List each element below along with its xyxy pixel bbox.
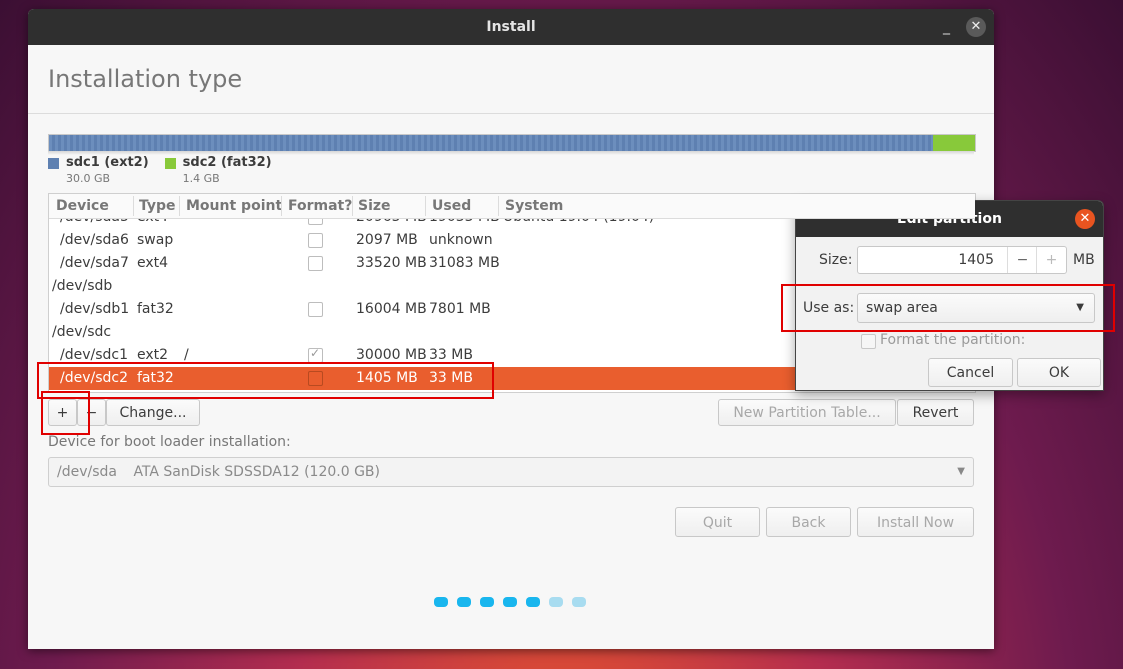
col-format[interactable]: Format? [288,198,352,214]
add-partition-button[interactable]: + [48,399,77,426]
cell-device: /dev/sdb [52,278,113,294]
bootloader-device: /dev/sda [57,464,117,480]
size-unit: MB [1073,252,1095,268]
cell-mount-point: / [184,347,189,363]
cell-type: fat32 [137,301,174,317]
col-size[interactable]: Size [358,198,391,214]
use-as-value: swap area [866,300,938,316]
format-label: Format the partition: [880,332,1026,348]
cell-type: ext2 [137,347,169,363]
cell-size: 2097 MB [356,232,418,248]
divider [28,113,994,114]
col-device[interactable]: Device [56,198,109,214]
disk-legend: sdc1 (ext2) 30.0 GB sdc2 (fat32) 1.4 GB [48,155,272,185]
page-title: Installation type [48,65,243,93]
progress-dot [526,597,540,607]
revert-button[interactable]: Revert [897,399,974,426]
cell-size: 16004 MB [356,301,427,317]
legend-size: 1.4 GB [182,172,220,185]
remove-partition-button[interactable]: − [77,399,106,426]
cell-used: 33 MB [429,347,473,363]
progress-dot [572,597,586,607]
progress-dot [503,597,517,607]
cell-device: /dev/sdb1 [60,301,130,317]
disk-usage-bar [48,134,976,152]
back-button[interactable]: Back [766,507,851,537]
use-as-label: Use as: [803,300,855,316]
disk-segment-sdc2 [933,135,975,151]
cell-device: /dev/sda6 [60,232,129,248]
format-checkbox[interactable] [308,233,323,248]
progress-dot [480,597,494,607]
new-partition-table-button[interactable]: New Partition Table... [718,399,896,426]
title-bar: Install _ ✕ [28,9,994,45]
legend-size: 30.0 GB [66,172,111,185]
size-label: Size: [819,252,853,268]
increment-button[interactable]: + [1036,247,1066,273]
chevron-down-icon: ▼ [1076,302,1084,313]
format-checkbox[interactable] [308,371,323,386]
cell-device: /dev/sdc [52,324,112,340]
chevron-down-icon: ▼ [957,466,965,477]
size-spinbox[interactable]: 1405 − + [857,246,1067,274]
close-icon[interactable]: ✕ [966,17,986,37]
bootloader-description: ATA SanDisk SDSSDA12 (120.0 GB) [133,464,381,480]
bootloader-device-select[interactable]: /dev/sda ATA SanDisk SDSSDA12 (120.0 GB)… [48,457,974,487]
progress-dot [457,597,471,607]
quit-button[interactable]: Quit [675,507,760,537]
edit-partition-dialog: Edit partition ✕ Size: 1405 − + MB Use a… [795,200,1104,391]
progress-dot [434,597,448,607]
legend-item-sdc1: sdc1 (ext2) 30.0 GB [48,155,149,185]
col-mount-point[interactable]: Mount point [186,198,282,214]
cell-device: /dev/sdc1 [60,347,129,363]
change-partition-button[interactable]: Change... [106,399,200,426]
cell-type: fat32 [137,370,174,386]
progress-dot [549,597,563,607]
legend-item-sdc2: sdc2 (fat32) 1.4 GB [164,155,272,185]
cell-device: /dev/sdc2 [60,370,129,386]
col-used[interactable]: Used [432,198,471,214]
minimize-icon[interactable]: _ [943,9,950,45]
cell-type: swap [137,232,174,248]
col-type[interactable]: Type [139,198,176,214]
col-system[interactable]: System [505,198,563,214]
install-now-button[interactable]: Install Now [857,507,974,537]
cell-size: 30000 MB [356,347,427,363]
legend-name: sdc1 (ext2) [66,155,149,170]
table-header: Device Type Mount point Format? Size Use… [49,194,975,219]
cell-used: 7801 MB [429,301,491,317]
cell-size: 1405 MB [356,370,418,386]
cell-device: /dev/sda7 [60,255,129,271]
cell-used: 31083 MB [429,255,500,271]
legend-swatch [164,158,176,169]
format-checkbox[interactable] [308,346,323,363]
bootloader-label: Device for boot loader installation: [48,434,291,450]
use-as-select[interactable]: swap area ▼ [857,293,1095,323]
legend-name: sdc2 (fat32) [182,155,272,170]
cell-size: 33520 MB [356,255,427,271]
size-value[interactable]: 1405 [958,252,994,268]
cancel-button[interactable]: Cancel [928,358,1013,387]
disk-segment-sdc1 [49,135,934,151]
cell-used: 33 MB [429,370,473,386]
cell-type: ext4 [137,255,169,271]
format-checkbox[interactable] [861,334,876,349]
format-checkbox[interactable] [308,256,323,271]
progress-dots [434,597,586,607]
decrement-button[interactable]: − [1007,247,1037,273]
window-title: Install [486,19,536,35]
format-checkbox[interactable] [308,302,323,317]
cell-used: unknown [429,232,493,248]
ok-button[interactable]: OK [1017,358,1101,387]
close-icon[interactable]: ✕ [1075,209,1095,229]
legend-swatch [48,158,59,169]
